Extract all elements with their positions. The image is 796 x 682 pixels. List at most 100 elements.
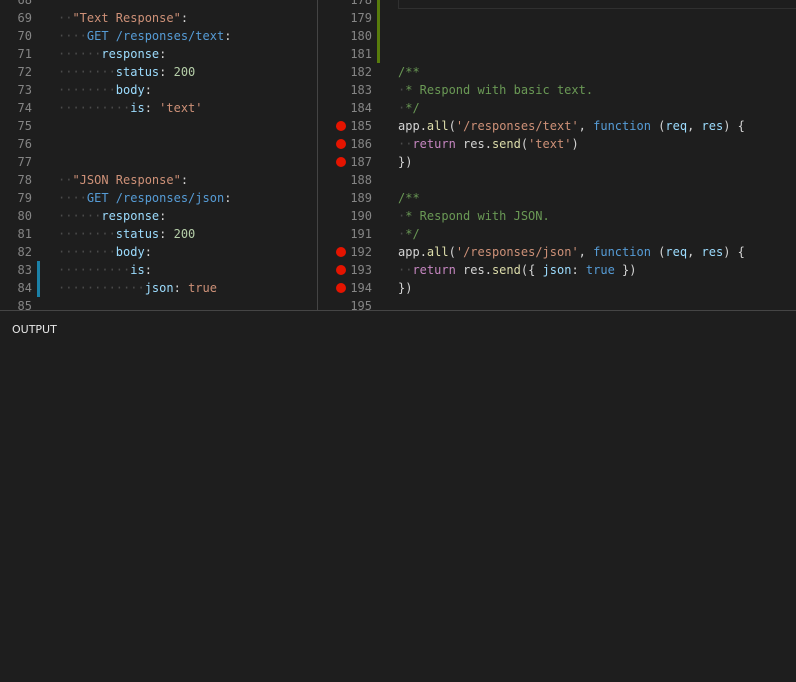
code-line[interactable]: 81 ········status: 200 bbox=[0, 225, 317, 243]
breakpoint-icon[interactable] bbox=[336, 157, 346, 167]
code-line[interactable]: 68 bbox=[0, 0, 317, 9]
code-line[interactable]: 69 ··"Text Response": bbox=[0, 9, 317, 27]
line-number: 178 bbox=[350, 0, 372, 7]
line-number: 182 bbox=[350, 65, 372, 79]
code-line[interactable]: 184 ·*/ bbox=[318, 99, 796, 117]
breakpoint-icon[interactable] bbox=[336, 265, 346, 275]
code-line[interactable]: 77 bbox=[0, 153, 317, 171]
added-line-indicator[interactable] bbox=[377, 0, 380, 9]
breakpoint-icon[interactable] bbox=[336, 139, 346, 149]
code-line[interactable]: 82 ········body: bbox=[0, 243, 317, 261]
code-line[interactable]: 80 ······response: bbox=[0, 207, 317, 225]
modified-line-indicator[interactable] bbox=[37, 279, 40, 297]
code-token: : bbox=[173, 281, 189, 295]
code-line[interactable]: 182 /** bbox=[318, 63, 796, 81]
code-token: response bbox=[101, 209, 160, 223]
code-token: ( bbox=[448, 119, 456, 133]
line-number: 190 bbox=[350, 209, 372, 223]
code-token: GET /responses/json bbox=[86, 191, 225, 205]
code-line[interactable]: 194}) bbox=[318, 279, 796, 297]
code-line[interactable]: 190 ·* Respond with JSON. bbox=[318, 207, 796, 225]
code-token: : bbox=[159, 47, 167, 61]
code-line[interactable]: 183 ·* Respond with basic text. bbox=[318, 81, 796, 99]
code-line[interactable]: 83 ··········is: bbox=[0, 261, 317, 279]
whitespace-marker: ········ bbox=[58, 245, 116, 259]
line-number: 80 bbox=[17, 209, 32, 223]
code-line[interactable]: 185 app.all('/responses/text', function (… bbox=[318, 117, 796, 135]
breakpoint-icon[interactable] bbox=[336, 247, 346, 257]
code-token: ( bbox=[520, 137, 529, 151]
code-token: , bbox=[578, 119, 594, 133]
breakpoint-icon[interactable] bbox=[336, 121, 346, 131]
line-number: 72 bbox=[17, 65, 32, 79]
code-line[interactable]: 188 bbox=[318, 171, 796, 189]
right-editor-pane[interactable]: 178 179 180 181 182 /** 183 ·* Respond with bas… bbox=[318, 0, 796, 310]
code-text: ····GET /responses/text: bbox=[58, 27, 231, 45]
code-line[interactable]: 187}) bbox=[318, 153, 796, 171]
code-line[interactable]: 85 bbox=[0, 297, 317, 310]
added-line-indicator[interactable] bbox=[377, 27, 380, 45]
output-panel[interactable]: OUTPUT bbox=[0, 311, 796, 682]
code-line[interactable]: 179 bbox=[318, 9, 796, 27]
output-panel-title[interactable]: OUTPUT bbox=[12, 323, 57, 336]
code-line[interactable]: 193 ··return res.send({ json: true }) bbox=[318, 261, 796, 279]
code-token: : bbox=[159, 65, 174, 79]
code-line[interactable]: 72 ········status: 200 bbox=[0, 63, 317, 81]
breakpoint-icon[interactable] bbox=[336, 283, 346, 293]
code-token: ( bbox=[448, 245, 456, 259]
code-line[interactable]: 76 bbox=[0, 135, 317, 153]
code-line[interactable]: 75 bbox=[0, 117, 317, 135]
code-line[interactable]: 78 ··"JSON Response": bbox=[0, 171, 317, 189]
code-token: : bbox=[144, 83, 152, 97]
code-token: is bbox=[130, 101, 145, 115]
code-token: ) bbox=[571, 137, 579, 151]
code-line[interactable]: 191 ·*/ bbox=[318, 225, 796, 243]
line-number: 184 bbox=[350, 101, 372, 115]
code-text: ·* Respond with JSON. bbox=[398, 207, 550, 225]
code-line[interactable]: 73 ········body: bbox=[0, 81, 317, 99]
code-token: json bbox=[542, 263, 572, 277]
left-editor-pane[interactable]: 68 69 ··"Text Response": 70 ····GET /respons… bbox=[0, 0, 317, 310]
code-token: res bbox=[701, 119, 724, 133]
code-token: function bbox=[593, 119, 651, 133]
code-token: all bbox=[426, 119, 449, 133]
code-text: ··········is: bbox=[58, 261, 152, 279]
code-token: json bbox=[144, 281, 174, 295]
line-number: 186 bbox=[350, 137, 372, 151]
code-line[interactable]: 79 ····GET /responses/json: bbox=[0, 189, 317, 207]
code-line[interactable]: 181 bbox=[318, 45, 796, 63]
modified-line-indicator[interactable] bbox=[37, 261, 40, 279]
code-token: GET /responses/text bbox=[86, 29, 225, 43]
line-number: 76 bbox=[17, 137, 32, 151]
code-line[interactable]: 70 ····GET /responses/text: bbox=[0, 27, 317, 45]
added-line-indicator[interactable] bbox=[377, 45, 380, 63]
line-number: 79 bbox=[17, 191, 32, 205]
code-line[interactable]: 186 ··return res.send('text') bbox=[318, 135, 796, 153]
code-token: : bbox=[180, 11, 189, 25]
code-line[interactable]: 192 app.all('/responses/json', function (… bbox=[318, 243, 796, 261]
code-line[interactable]: 84 ············json: true bbox=[0, 279, 317, 297]
code-text: ··"JSON Response": bbox=[58, 171, 188, 189]
code-token: status bbox=[115, 227, 160, 241]
line-number: 179 bbox=[350, 11, 372, 25]
code-token: : bbox=[144, 245, 152, 259]
code-token: body bbox=[115, 245, 145, 259]
added-line-indicator[interactable] bbox=[377, 9, 380, 27]
line-number: 193 bbox=[350, 263, 372, 277]
line-number: 84 bbox=[17, 281, 32, 295]
code-line[interactable]: 189 /** bbox=[318, 189, 796, 207]
code-token: , bbox=[687, 245, 702, 259]
code-token: true bbox=[188, 281, 217, 295]
code-token: "Text Response" bbox=[72, 11, 181, 25]
code-line[interactable]: 71 ······response: bbox=[0, 45, 317, 63]
code-line[interactable]: 74 ··········is: 'text' bbox=[0, 99, 317, 117]
whitespace-marker: ·········· bbox=[58, 101, 131, 115]
code-token: : bbox=[571, 263, 586, 277]
code-token: res bbox=[701, 245, 724, 259]
code-token: return bbox=[412, 263, 456, 277]
code-line[interactable]: 195 bbox=[318, 297, 796, 310]
code-token: return bbox=[412, 137, 456, 151]
code-token: , bbox=[687, 119, 702, 133]
code-line[interactable]: 180 bbox=[318, 27, 796, 45]
code-line[interactable]: 178 bbox=[318, 0, 796, 9]
